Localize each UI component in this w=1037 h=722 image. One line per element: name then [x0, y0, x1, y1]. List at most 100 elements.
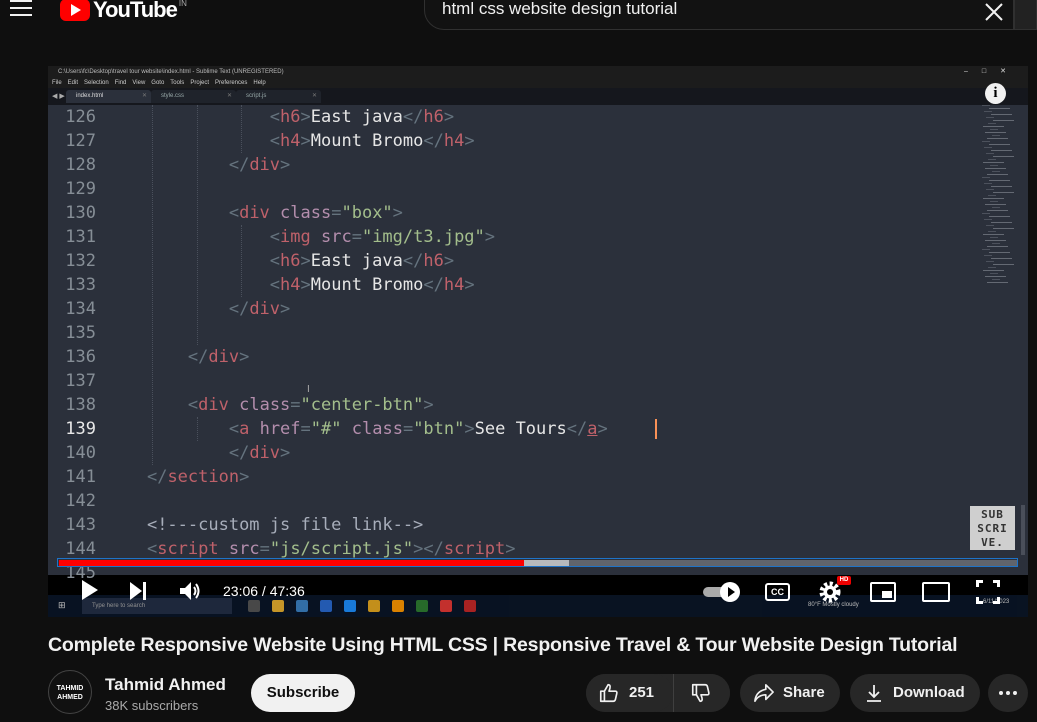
captions-button[interactable]: CC [765, 583, 790, 601]
editor-window-title: C:\Users\fc\Desktop\travel tour website\… [48, 66, 1028, 78]
channel-name[interactable]: Tahmid Ahmed [105, 675, 226, 695]
minimap-line [988, 123, 996, 124]
line-number: 134 [65, 299, 96, 319]
minimap-line [988, 267, 996, 268]
dislike-button[interactable] [673, 674, 730, 712]
minimap-line [991, 150, 1012, 151]
share-button[interactable]: Share [740, 674, 840, 712]
more-actions-button[interactable] [988, 674, 1028, 712]
line-number: 133 [65, 275, 96, 295]
minimap-line [990, 201, 998, 202]
theater-mode-button[interactable] [922, 582, 950, 602]
minimap-line [985, 132, 1006, 133]
hamburger-menu-icon[interactable] [10, 0, 32, 18]
minimap-line [993, 192, 1014, 193]
close-icon[interactable] [983, 1, 1005, 23]
info-icon[interactable]: i [985, 83, 1006, 104]
youtube-logo[interactable]: YouTube IN [60, 0, 187, 24]
minimap-line [987, 174, 1008, 175]
logo-text: YouTube [93, 0, 178, 22]
editor-tab: script.js ✕ [236, 90, 321, 103]
play-button[interactable] [80, 578, 98, 604]
player-controls: 23:06 / 47:36 CC HD [48, 570, 1028, 610]
editor-menu-item: Tools [170, 80, 185, 86]
line-number: 132 [65, 251, 96, 271]
line-number: 143 [65, 515, 96, 535]
minimap-line [993, 264, 1014, 265]
minimap-line [988, 231, 996, 232]
miniplayer-button[interactable] [870, 582, 896, 602]
minimap-line [989, 144, 1010, 145]
like-button[interactable]: 251 [586, 674, 673, 712]
editor-tab: style.css ✕ [151, 90, 236, 103]
editor-menu-item: Goto [151, 80, 165, 86]
code-line: <div class="center-btn"> [187, 395, 434, 415]
editor-tab-label: index.html [76, 93, 104, 99]
autoplay-toggle[interactable] [703, 582, 741, 602]
fullscreen-button[interactable] [976, 580, 1000, 604]
line-number: 137 [65, 371, 96, 391]
minimap-line [990, 237, 998, 238]
minimap-line [983, 234, 1004, 235]
next-button[interactable] [130, 578, 150, 604]
line-number: 135 [65, 323, 96, 343]
minimap-line [982, 105, 990, 106]
minimap-line [992, 243, 1000, 244]
minimap-line [991, 186, 1012, 187]
line-number: 138 [65, 395, 96, 415]
search-query[interactable]: html css website design tutorial [442, 0, 677, 19]
minimap-line [983, 162, 1004, 163]
line-number: 142 [65, 491, 96, 511]
volume-icon[interactable] [178, 578, 202, 604]
minimap-line [987, 138, 1008, 139]
minimap-line [990, 273, 998, 274]
minimap-line [992, 207, 1000, 208]
line-number: 131 [65, 227, 96, 247]
minimap-line [986, 117, 994, 118]
minimap-line [991, 222, 1012, 223]
subscriber-count: 38K subscribers [105, 698, 199, 713]
more-icon [999, 691, 1017, 695]
minimap-line [989, 216, 1010, 217]
editor-minimap [980, 105, 1025, 295]
editor-menu-item: Edit [67, 80, 79, 86]
minimap-line [986, 153, 994, 154]
download-button[interactable]: Download [850, 674, 980, 712]
search-button[interactable] [1014, 0, 1037, 30]
line-number: 140 [65, 443, 96, 463]
code-line: <div class="box"> [228, 203, 403, 223]
minimap-line [982, 249, 990, 250]
line-number: 127 [65, 131, 96, 151]
minimap-line [992, 135, 1000, 136]
minimap-line [991, 114, 1012, 115]
subscribe-button[interactable]: Subscribe [251, 674, 355, 712]
video-player[interactable]: C:\Users\fc\Desktop\travel tour website\… [48, 66, 1028, 617]
progress-bar[interactable] [59, 560, 1017, 566]
minimap-line [984, 255, 992, 256]
subscribe-watermark[interactable]: SUB SCRI VE. [970, 506, 1015, 550]
code-line: <h6>East java</h6> [269, 107, 455, 127]
video-title: Complete Responsive Website Using HTML C… [48, 634, 958, 656]
minimap-line [984, 219, 992, 220]
minimap-line [993, 120, 1014, 121]
download-icon [867, 685, 881, 702]
line-number: 129 [65, 179, 96, 199]
minimap-line [986, 189, 994, 190]
minimap-line [992, 171, 1000, 172]
minimap-line [984, 111, 992, 112]
line-number: 136 [65, 347, 96, 367]
line-number: 141 [65, 467, 96, 487]
minimap-line [984, 183, 992, 184]
avatar[interactable]: TAHMID AHMED [48, 670, 92, 714]
share-icon [754, 684, 774, 702]
minimap-line [987, 210, 1008, 211]
minimap-line [982, 177, 990, 178]
code-line: </div> [228, 299, 291, 319]
code-line: </section> [146, 467, 250, 487]
thumbs-up-icon [599, 683, 618, 703]
editor-tab-label: style.css [161, 93, 185, 99]
minimap-line [985, 204, 1006, 205]
line-number: 130 [65, 203, 96, 223]
search-input[interactable]: html css website design tutorial [424, 0, 1014, 30]
code-line: <img src="img/t3.jpg"> [269, 227, 496, 247]
